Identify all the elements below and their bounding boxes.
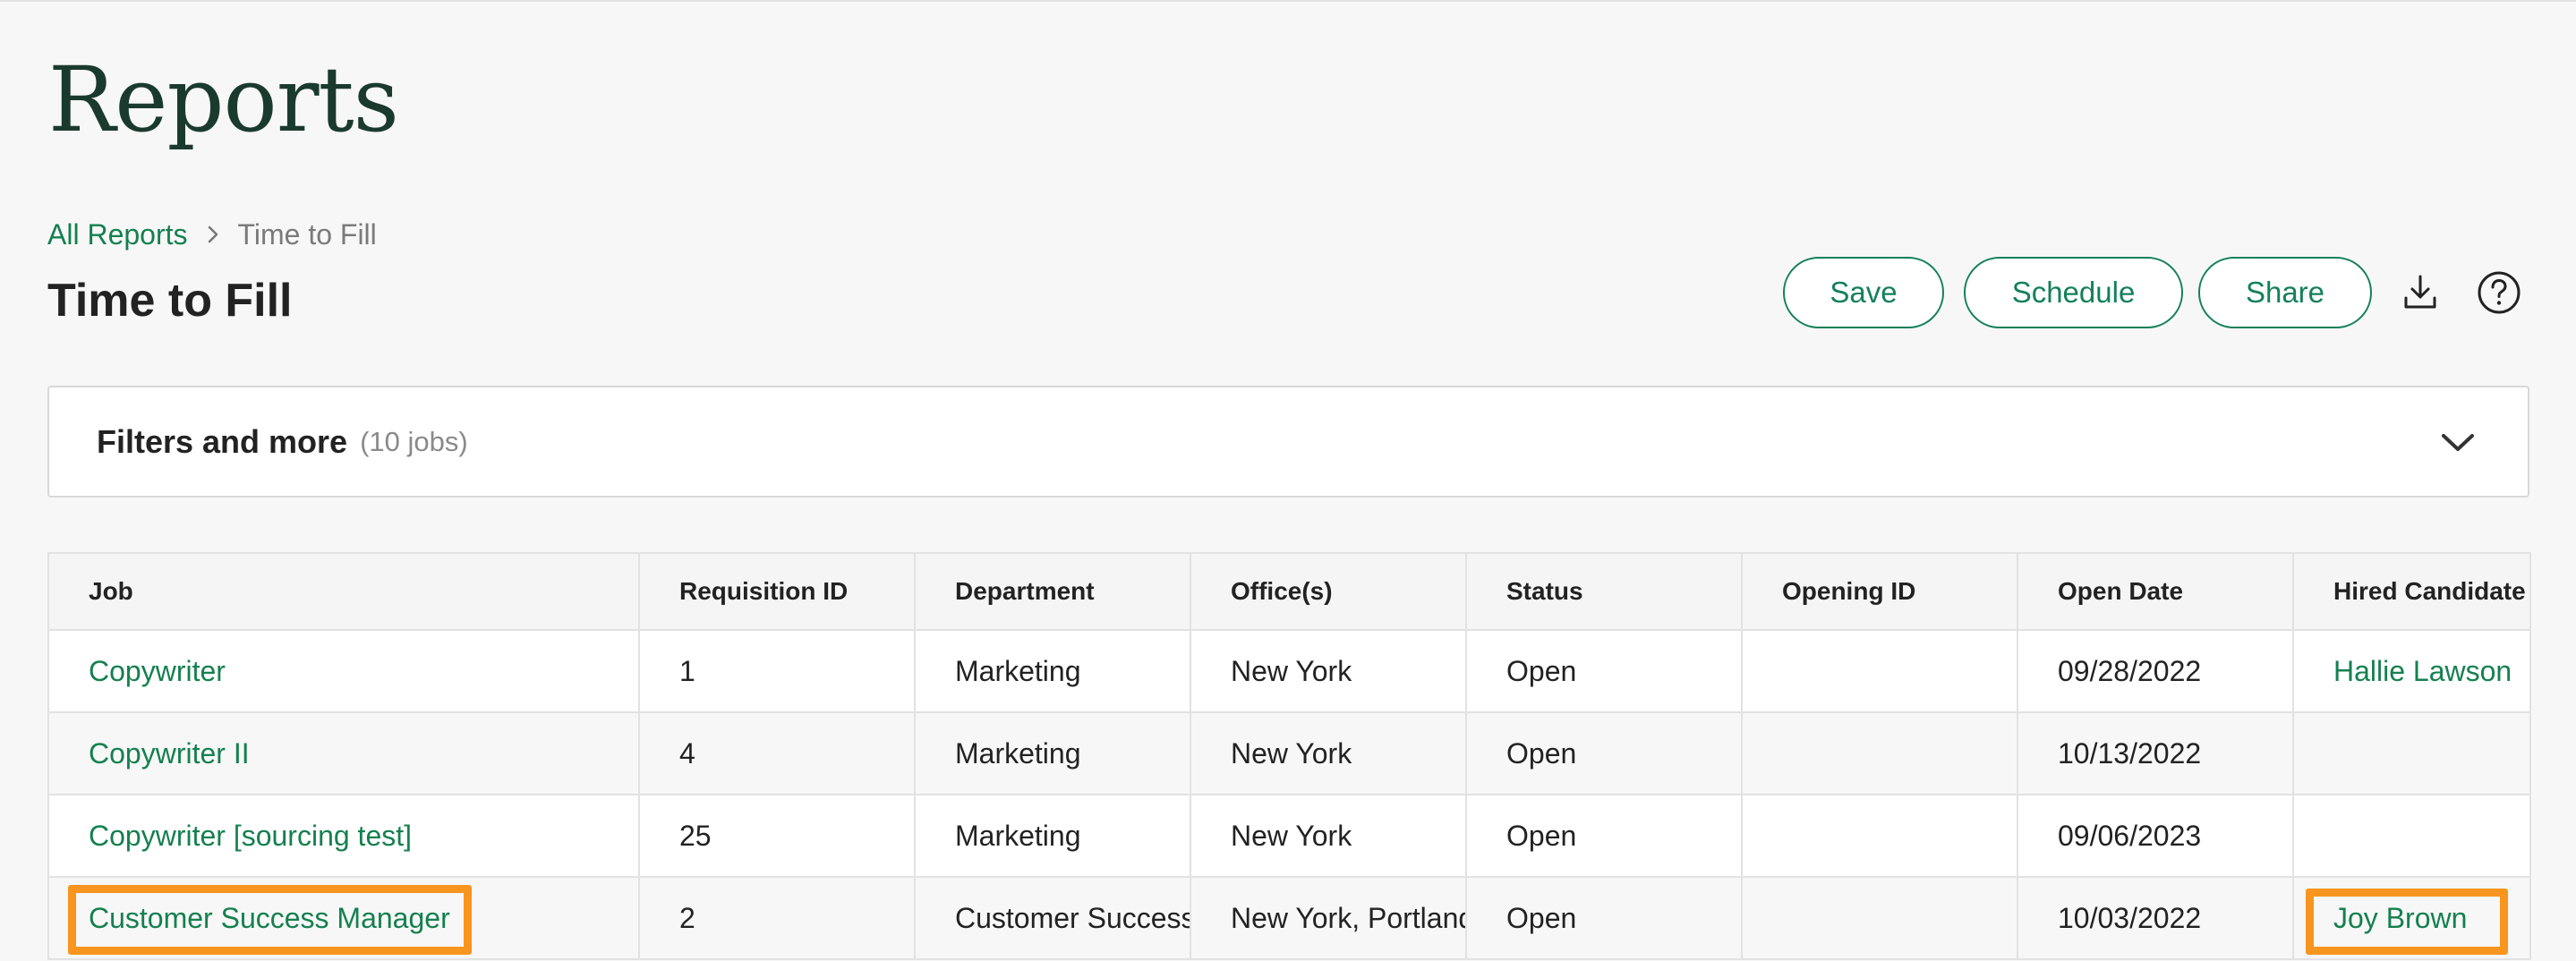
status-cell: Open	[1465, 629, 1743, 713]
offices-cell: New York	[1190, 629, 1467, 713]
schedule-button[interactable]: Schedule	[1964, 257, 2183, 328]
column-header-open-date[interactable]: Open Date	[2017, 552, 2294, 631]
department-cell: Marketing	[914, 794, 1191, 878]
download-icon[interactable]	[2390, 262, 2451, 323]
status-cell: Open	[1465, 711, 1743, 795]
job-cell: Customer Success Manager	[47, 876, 640, 960]
report-table: Job Requisition ID Department Office(s) …	[47, 552, 2531, 960]
hired-candidate-link[interactable]: Joy Brown	[2333, 902, 2467, 934]
opening-id-cell	[1741, 629, 2018, 713]
open-date-cell: 10/03/2022	[2017, 876, 2294, 960]
column-header-opening-id[interactable]: Opening ID	[1741, 552, 2018, 631]
save-button[interactable]: Save	[1783, 257, 1944, 328]
offices-cell: New York, Portland	[1190, 876, 1467, 960]
open-date-cell: 09/28/2022	[2017, 629, 2294, 713]
filters-label: Filters and more	[97, 422, 348, 460]
question-circle-icon[interactable]	[2469, 262, 2529, 323]
hired-candidate-cell	[2292, 711, 2531, 795]
breadcrumb-current: Time to Fill	[237, 217, 377, 251]
page-heading: Reports	[48, 47, 399, 152]
table-row: Copywriter [sourcing test] 25 Marketing …	[47, 794, 2531, 878]
requisition-id-cell: 2	[638, 876, 916, 960]
table-row: Copywriter II 4 Marketing New York Open …	[47, 711, 2531, 795]
job-cell: Copywriter	[47, 629, 640, 713]
hired-candidate-link[interactable]: Hallie Lawson	[2333, 655, 2512, 687]
filters-panel[interactable]: Filters and more (10 jobs)	[47, 386, 2529, 498]
status-cell: Open	[1465, 794, 1743, 878]
requisition-id-cell: 1	[638, 629, 916, 713]
job-link[interactable]: Copywriter	[89, 655, 226, 687]
department-cell: Marketing	[914, 711, 1191, 795]
opening-id-cell	[1741, 876, 2018, 960]
table-row: Customer Success Manager 2 Customer Succ…	[47, 876, 2531, 960]
job-cell: Copywriter II	[47, 711, 640, 795]
column-header-requisition-id[interactable]: Requisition ID	[638, 552, 916, 631]
opening-id-cell	[1741, 711, 2018, 795]
breadcrumb: All Reports Time to Fill	[47, 215, 377, 254]
open-date-cell: 09/06/2023	[2017, 794, 2294, 878]
hired-candidate-cell: Joy Brown	[2292, 876, 2531, 960]
job-cell: Copywriter [sourcing test]	[47, 794, 640, 878]
filters-job-count: (10 jobs)	[360, 425, 468, 457]
job-link[interactable]: Copywriter [sourcing test]	[89, 820, 412, 852]
opening-id-cell	[1741, 794, 2018, 878]
column-header-status[interactable]: Status	[1465, 552, 1743, 631]
chevron-right-icon	[195, 221, 231, 248]
column-header-hired-candidate[interactable]: Hired Candidate	[2292, 552, 2531, 631]
hired-candidate-cell	[2292, 794, 2531, 878]
share-button[interactable]: Share	[2198, 257, 2372, 328]
table-row: Copywriter 1 Marketing New York Open 09/…	[47, 629, 2531, 713]
report-title: Time to Fill	[47, 275, 293, 327]
breadcrumb-all-reports-link[interactable]: All Reports	[47, 218, 188, 251]
table-header-row: Job Requisition ID Department Office(s) …	[47, 552, 2531, 631]
column-header-offices[interactable]: Office(s)	[1190, 552, 1467, 631]
offices-cell: New York	[1190, 711, 1467, 795]
department-cell: Customer Success	[914, 876, 1191, 960]
requisition-id-cell: 4	[638, 711, 916, 795]
status-cell: Open	[1465, 876, 1743, 960]
chevron-down-icon[interactable]	[2438, 425, 2478, 461]
open-date-cell: 10/13/2022	[2017, 711, 2294, 795]
job-link[interactable]: Copywriter II	[89, 737, 250, 770]
top-divider	[0, 0, 2576, 2]
offices-cell: New York	[1190, 794, 1467, 878]
requisition-id-cell: 25	[638, 794, 916, 878]
job-link[interactable]: Customer Success Manager	[89, 902, 450, 934]
department-cell: Marketing	[914, 629, 1191, 713]
column-header-department[interactable]: Department	[914, 552, 1191, 631]
hired-candidate-cell: Hallie Lawson	[2292, 629, 2531, 713]
column-header-job[interactable]: Job	[47, 552, 640, 631]
